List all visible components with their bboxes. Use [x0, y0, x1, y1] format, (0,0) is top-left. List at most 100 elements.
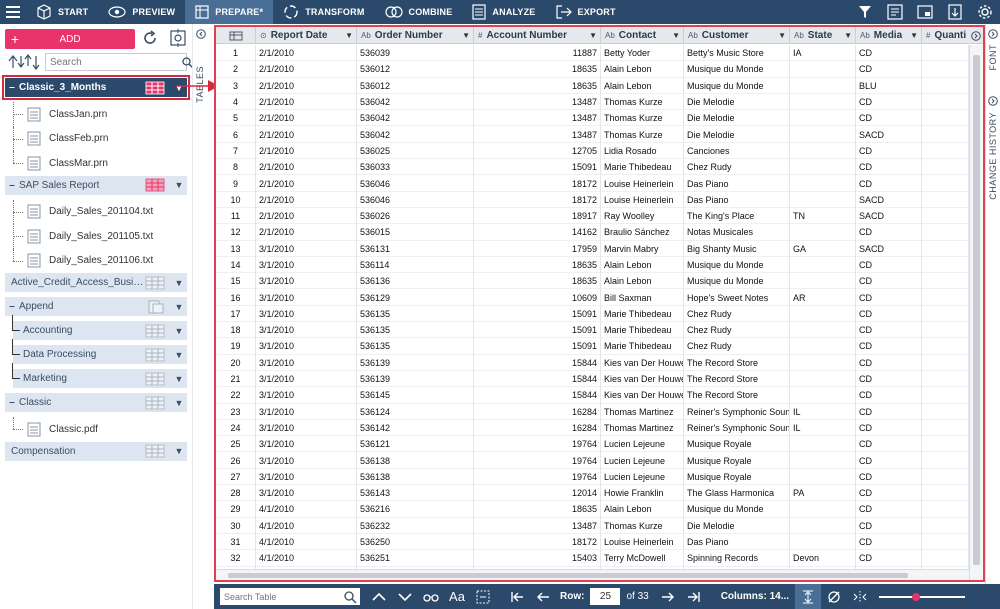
table-cell[interactable]: Hope's Sweet Notes	[684, 289, 790, 306]
file-item[interactable]: Daily_Sales_201105.txt	[5, 224, 187, 249]
table-cell[interactable]: 536124	[357, 403, 474, 420]
next-row-icon[interactable]	[655, 584, 681, 609]
table-cell[interactable]	[790, 387, 856, 404]
table-cell[interactable]	[790, 224, 856, 241]
column-header-quantity[interactable]: # Quanti	[922, 27, 969, 44]
refresh-icon[interactable]	[142, 30, 158, 46]
table-cell[interactable]: CD	[856, 45, 922, 62]
table-cell[interactable]: 3/1/2010	[256, 452, 357, 469]
table-cell[interactable]: 19764	[474, 452, 601, 469]
table-cell[interactable]: Louise Heinerlein	[601, 175, 684, 192]
table-cell[interactable]: 536135	[357, 338, 474, 355]
table-cell[interactable]	[922, 322, 969, 339]
table-cell[interactable]: 13487	[474, 126, 601, 143]
table-cell[interactable]: IL	[790, 403, 856, 420]
table-row[interactable]: 19 3/1/2010 536135 15091 Marie Thibedeau Chez…	[216, 338, 969, 355]
table-cell[interactable]: 536131	[357, 240, 474, 257]
table-cell[interactable]: CD	[856, 305, 922, 323]
table-cell[interactable]: 10609	[474, 289, 601, 306]
table-cell[interactable]: CD	[856, 419, 922, 437]
table-row[interactable]: 22 3/1/2010 536145 15844 Kies van Der Houwe T…	[216, 387, 969, 404]
table-cell[interactable]: The Record Store	[684, 387, 790, 404]
table-cell[interactable]: TN	[790, 207, 856, 225]
add-button[interactable]: + ADD	[5, 29, 135, 49]
table-cell[interactable]: CD	[856, 387, 922, 404]
table-cell[interactable]	[922, 273, 969, 290]
file-item[interactable]: ClassMar.prn	[5, 151, 187, 176]
table-cell[interactable]: Betty's Music Store	[684, 45, 790, 62]
table-cell[interactable]	[790, 159, 856, 176]
table-cell[interactable]: 19764	[474, 468, 601, 486]
table-cell[interactable]: Chez Rudy	[684, 159, 790, 176]
table-cell[interactable]: 536042	[357, 126, 474, 143]
table-cell[interactable]: 536042	[357, 93, 474, 111]
table-cell[interactable]	[922, 126, 969, 143]
table-row[interactable]: 23 3/1/2010 536124 16284 Thomas Martinez Rein…	[216, 403, 969, 420]
table-cell[interactable]: Thomas Martinez	[601, 403, 684, 420]
find-replace-icon[interactable]	[470, 584, 496, 609]
column-header-media[interactable]: Ab Media ▼	[856, 27, 922, 44]
table-cell[interactable]: Lucien Lejeune	[601, 468, 684, 486]
table-cell[interactable]: 13487	[474, 110, 601, 127]
table-cell[interactable]	[922, 338, 969, 355]
column-dropdown-icon[interactable]: ▼	[672, 31, 680, 40]
table-cell[interactable]	[790, 93, 856, 111]
table-cell[interactable]: Braulio Sánchez	[601, 224, 684, 241]
search-table-input[interactable]	[220, 591, 343, 602]
table-cell[interactable]: Lucien Lejeune	[601, 452, 684, 469]
collapse-columns-icon[interactable]	[847, 584, 873, 609]
table-row[interactable]: 15 3/1/2010 536136 18635 Alain Lebon Musique …	[216, 273, 969, 290]
table-cell[interactable]	[922, 419, 969, 437]
table-cell[interactable]: 15091	[474, 322, 601, 339]
table-row[interactable]: 27 3/1/2010 536138 19764 Lucien Lejeune Musiq…	[216, 468, 969, 486]
table-cell[interactable]: Musique du Monde	[684, 256, 790, 274]
table-cell[interactable]: 15403	[474, 550, 601, 567]
table-cell[interactable]	[922, 159, 969, 176]
table-cell[interactable]: CD	[856, 338, 922, 355]
table-cell[interactable]	[922, 452, 969, 469]
table-row[interactable]: 17 3/1/2010 536135 15091 Marie Thibedeau Chez…	[216, 305, 969, 323]
table-cell[interactable]: 18635	[474, 501, 601, 518]
tab-preview[interactable]: PREVIEW	[98, 0, 185, 24]
table-cell[interactable]	[790, 322, 856, 339]
table-cell[interactable]	[922, 387, 969, 404]
table-cell[interactable]: Die Melodie	[684, 110, 790, 127]
group-dropdown-icon[interactable]: ▼	[171, 180, 187, 190]
table-group-sap-sales-report[interactable]: – SAP Sales Report ▼	[5, 175, 187, 195]
table-cell[interactable]: 3/1/2010	[256, 387, 357, 404]
table-cell[interactable]: Das Piano	[684, 175, 790, 192]
table-cell[interactable]: 536138	[357, 468, 474, 486]
table-cell[interactable]: 536015	[357, 224, 474, 241]
table-cell[interactable]	[922, 501, 969, 518]
table-row[interactable]: 9 2/1/2010 536046 18172 Louise Heinerlein Das…	[216, 175, 969, 192]
table-cell[interactable]	[922, 550, 969, 567]
group-dropdown-icon[interactable]: ▼	[171, 446, 187, 456]
column-header-state[interactable]: Ab State ▼	[790, 27, 856, 44]
table-cell[interactable]: CD	[856, 517, 922, 534]
table-cell[interactable]	[922, 485, 969, 502]
table-cell[interactable]: Louise Heinerlein	[601, 533, 684, 551]
table-cell[interactable]: 536129	[357, 289, 474, 306]
table-cell[interactable]: CD	[856, 110, 922, 127]
table-cell[interactable]	[922, 175, 969, 192]
table-group-classic-3-months[interactable]: – Classic_3_Months ▼	[2, 75, 190, 100]
table-cell[interactable]: 18635	[474, 61, 601, 78]
column-dropdown-icon[interactable]: ▼	[778, 31, 786, 40]
table-cell[interactable]: CD	[856, 550, 922, 567]
table-cell[interactable]: GA	[790, 240, 856, 257]
table-cell[interactable]: Das Piano	[684, 191, 790, 208]
table-cell[interactable]: 536033	[357, 159, 474, 176]
table-cell[interactable]: 3/1/2010	[256, 240, 357, 257]
table-cell[interactable]: Marie Thibedeau	[601, 322, 684, 339]
table-cell[interactable]: 15091	[474, 159, 601, 176]
table-cell[interactable]	[790, 126, 856, 143]
group-dropdown-icon[interactable]: ▼	[171, 278, 187, 288]
table-cell[interactable]	[922, 256, 969, 274]
table-cell[interactable]: 2/1/2010	[256, 61, 357, 78]
table-cell[interactable]	[922, 289, 969, 306]
table-cell[interactable]: SACD	[856, 240, 922, 257]
table-cell[interactable]: AR	[790, 289, 856, 306]
table-cell[interactable]: 3/1/2010	[256, 403, 357, 420]
table-search-input[interactable]	[46, 56, 182, 68]
table-marketing[interactable]: Marketing ▼	[12, 363, 187, 388]
